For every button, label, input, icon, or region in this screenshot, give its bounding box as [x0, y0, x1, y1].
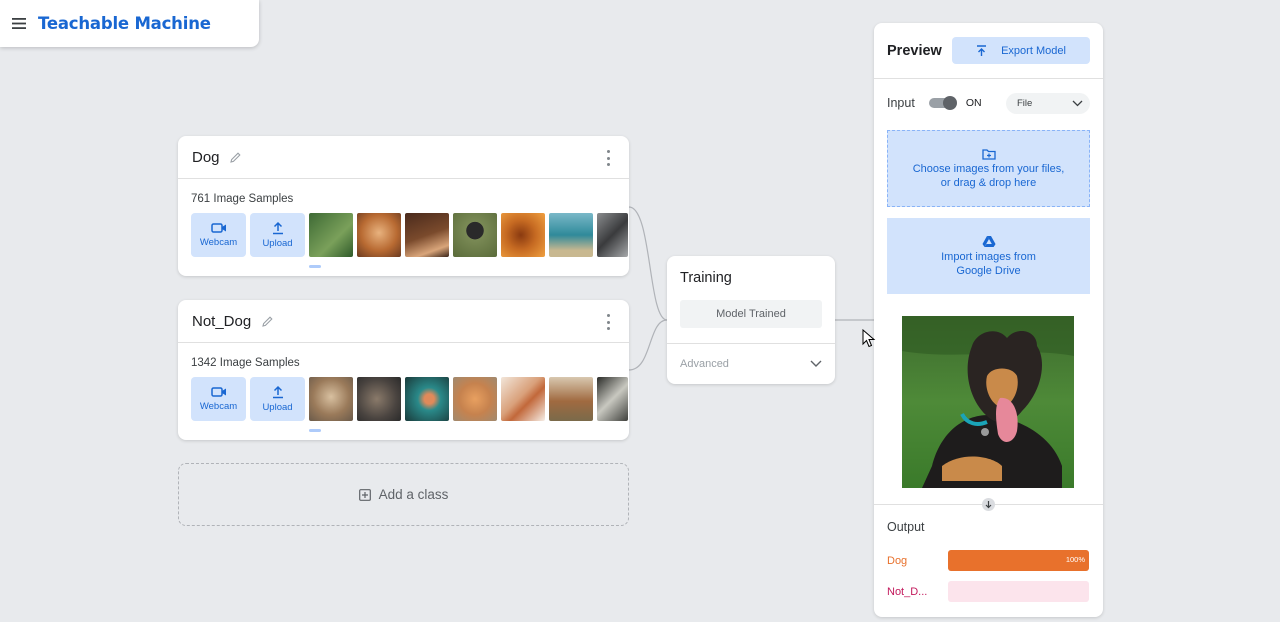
drive-line1: Import images from: [941, 250, 1036, 263]
advanced-toggle[interactable]: Advanced: [667, 344, 835, 384]
upload-button[interactable]: Upload: [250, 377, 305, 421]
sample-thumbnail[interactable]: [357, 213, 401, 257]
advanced-label: Advanced: [680, 358, 729, 370]
confidence-bar: [948, 581, 1089, 602]
sample-thumbnail[interactable]: [309, 377, 353, 421]
webcam-button[interactable]: Webcam: [191, 377, 246, 421]
app-header: Teachable Machine: [0, 0, 259, 47]
preview-image: [902, 316, 1074, 488]
upload-label: Upload: [262, 402, 293, 413]
output-label: Not_D...: [887, 585, 928, 598]
input-source-select[interactable]: File: [1006, 92, 1090, 114]
input-toggle[interactable]: [928, 96, 957, 110]
sample-thumbnail[interactable]: [597, 377, 628, 421]
chevron-down-icon: [1072, 100, 1083, 106]
sample-thumbnail[interactable]: [549, 377, 593, 421]
file-drop-zone[interactable]: Choose images from your files, or drag &…: [887, 130, 1090, 207]
app-title[interactable]: Teachable Machine: [38, 14, 211, 33]
webcam-label: Webcam: [199, 237, 238, 248]
sample-thumbnail[interactable]: [501, 213, 545, 257]
google-drive-import-button[interactable]: Import images from Google Drive: [887, 218, 1090, 294]
menu-icon[interactable]: [0, 0, 38, 47]
samples-count: 761 Image Samples: [191, 193, 294, 205]
training-card: Training Model Trained Advanced: [667, 256, 835, 384]
class-name[interactable]: Not_Dog: [192, 313, 251, 330]
input-label: Input: [887, 96, 915, 110]
samples-count: 1342 Image Samples: [191, 357, 300, 369]
webcam-button[interactable]: Webcam: [191, 213, 246, 257]
preview-title: Preview: [887, 42, 942, 59]
sample-thumbnail[interactable]: [405, 213, 449, 257]
upload-icon: [977, 44, 987, 56]
sample-row: Webcam Upload: [178, 213, 629, 257]
class-card-header: Not_Dog: [178, 300, 629, 343]
drop-zone-line1: Choose images from your files,: [912, 162, 1065, 175]
upload-icon: [272, 385, 283, 399]
class-card-not-dog: Not_Dog 1342 Image Samples Webcam Upload: [178, 300, 629, 440]
class-name[interactable]: Dog: [192, 149, 220, 166]
toggle-state: ON: [965, 97, 982, 109]
confidence-percent: 100%: [1065, 555, 1085, 564]
sample-thumbnail[interactable]: [597, 213, 628, 257]
scroll-indicator[interactable]: [309, 429, 321, 432]
edit-icon[interactable]: [259, 313, 275, 329]
webcam-label: Webcam: [199, 401, 238, 412]
webcam-icon: [210, 223, 226, 233]
training-title: Training: [680, 270, 732, 286]
mouse-cursor-icon: [862, 329, 876, 348]
export-model-button[interactable]: Export Model: [952, 37, 1090, 64]
preview-header: Preview Export Model: [874, 23, 1103, 79]
edit-icon[interactable]: [228, 149, 244, 165]
arrow-down-icon: [982, 498, 995, 511]
sample-thumbnail[interactable]: [309, 213, 353, 257]
sample-thumbnail[interactable]: [453, 377, 497, 421]
output-label: Dog: [887, 554, 908, 567]
sample-thumbnail[interactable]: [357, 377, 401, 421]
drop-zone-line2: or drag & drop here: [940, 176, 1037, 189]
webcam-icon: [210, 387, 226, 397]
sample-thumbnail[interactable]: [453, 213, 497, 257]
train-model-button[interactable]: Model Trained: [680, 300, 822, 328]
class-card-dog: Dog 761 Image Samples Webcam Upload: [178, 136, 629, 276]
preview-panel: Preview Export Model Input ON File Choos…: [874, 23, 1103, 617]
export-model-label: Export Model: [1001, 44, 1066, 57]
upload-icon: [272, 221, 283, 235]
sample-thumbnail[interactable]: [501, 377, 545, 421]
add-class-button[interactable]: Add a class: [178, 463, 629, 526]
more-options-icon[interactable]: [601, 150, 615, 166]
drive-line2: Google Drive: [956, 264, 1021, 277]
more-options-icon[interactable]: [601, 314, 615, 330]
output-row-not-dog: Not_D...: [887, 581, 1089, 602]
upload-label: Upload: [262, 238, 293, 249]
confidence-bar: 100%: [948, 550, 1089, 571]
sample-row: Webcam Upload: [178, 377, 629, 421]
input-row: Input ON File: [874, 79, 1103, 127]
google-drive-icon: [982, 235, 995, 247]
input-source-value: File: [1017, 97, 1033, 109]
sample-thumbnail[interactable]: [549, 213, 593, 257]
add-class-label: Add a class: [378, 487, 449, 502]
sample-thumbnail[interactable]: [405, 377, 449, 421]
chevron-down-icon: [810, 360, 822, 367]
output-title: Output: [887, 520, 925, 534]
class-card-header: Dog: [178, 136, 629, 179]
add-box-icon: [358, 488, 371, 501]
upload-button[interactable]: Upload: [250, 213, 305, 257]
scroll-indicator[interactable]: [309, 265, 321, 268]
folder-add-icon: [981, 148, 996, 160]
output-row-dog: Dog 100%: [887, 550, 1089, 571]
